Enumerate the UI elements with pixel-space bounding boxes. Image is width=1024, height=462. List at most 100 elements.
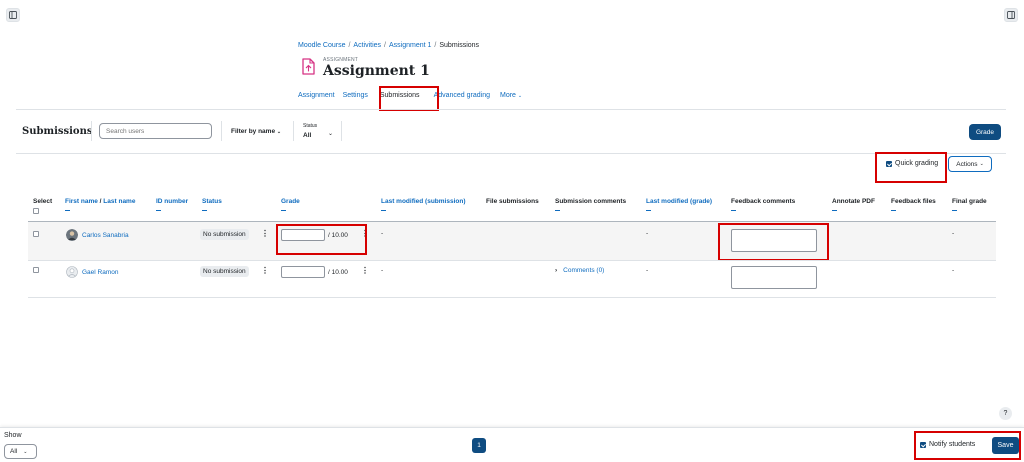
collapse-column-icon[interactable] xyxy=(731,210,736,211)
column-header-last-modified-grade[interactable]: Last modified (grade) xyxy=(646,198,712,205)
status-filter-value[interactable]: All xyxy=(303,132,311,139)
divider xyxy=(16,109,1006,110)
divider xyxy=(341,121,342,141)
chevron-down-icon[interactable]: ⌄ xyxy=(328,130,333,137)
left-drawer-toggle-button[interactable] xyxy=(6,8,20,22)
status-filter-label: Status xyxy=(303,123,318,129)
sidebar-right-icon xyxy=(1007,11,1015,19)
breadcrumb-assignment[interactable]: Assignment 1 xyxy=(389,42,431,49)
actions-label: Actions xyxy=(956,160,978,168)
collapse-column-icon[interactable] xyxy=(281,210,286,211)
column-header-feedback-comments: Feedback comments xyxy=(731,198,796,205)
tab-settings[interactable]: Settings xyxy=(343,92,368,99)
collapse-column-icon[interactable] xyxy=(891,210,896,211)
notify-students-checkbox[interactable] xyxy=(920,441,926,448)
collapse-column-icon[interactable] xyxy=(202,210,207,211)
filter-by-name-label: Filter by name xyxy=(231,128,276,135)
breadcrumb-current: Submissions xyxy=(439,42,480,49)
feedback-comments-textarea[interactable] xyxy=(731,266,817,289)
last-modified-grade: - xyxy=(646,230,649,237)
divider xyxy=(28,260,996,261)
collapse-column-icon[interactable] xyxy=(555,210,560,211)
quick-grading-checkbox[interactable] xyxy=(886,160,892,167)
page-1-button[interactable]: 1 xyxy=(472,438,486,453)
breadcrumb-course[interactable]: Moodle Course xyxy=(298,42,345,49)
filter-by-name-dropdown[interactable]: Filter by name ⌄ xyxy=(231,128,281,135)
help-button[interactable]: ? xyxy=(999,407,1012,420)
student-name-link[interactable]: Gael Ramon xyxy=(82,269,119,276)
collapse-column-icon[interactable] xyxy=(832,210,837,211)
status-badge: No submission xyxy=(200,229,249,240)
quick-grading-label: Quick grading xyxy=(895,160,939,167)
grade-input[interactable] xyxy=(281,229,325,241)
notify-students-label: Notify students xyxy=(929,441,976,448)
divider xyxy=(91,121,92,141)
row-select-checkbox[interactable] xyxy=(33,231,39,237)
divider xyxy=(16,153,1006,154)
collapse-column-icon[interactable] xyxy=(646,210,651,211)
chevron-down-icon: ⌄ xyxy=(276,129,282,135)
tab-assignment[interactable]: Assignment xyxy=(298,92,335,99)
grade-input[interactable] xyxy=(281,266,325,278)
table-row xyxy=(28,222,996,260)
collapse-column-icon[interactable] xyxy=(65,210,70,211)
breadcrumb-activities[interactable]: Activities xyxy=(353,42,381,49)
secondary-navigation: Assignment Settings Submissions Advanced… xyxy=(298,92,530,99)
actions-button[interactable]: Actions ⌄ xyxy=(948,156,992,172)
grade-max-label: / 10.00 xyxy=(328,269,348,276)
per-page-value: All xyxy=(10,448,18,455)
last-modified-submission: - xyxy=(381,230,384,237)
divider xyxy=(221,121,222,141)
collapse-column-icon[interactable] xyxy=(156,210,161,211)
column-header-id-number[interactable]: ID number xyxy=(156,198,188,205)
column-header-grade[interactable]: Grade xyxy=(281,198,300,205)
search-users-input[interactable] xyxy=(99,123,212,139)
column-header-annotate-pdf: Annotate PDF xyxy=(832,198,875,205)
collapse-column-icon[interactable] xyxy=(381,210,386,211)
column-header-select: Select xyxy=(33,198,53,205)
breadcrumb: Moodle Course / Activities / Assignment 1/Su… xyxy=(298,42,480,49)
grade-menu-icon[interactable]: ⋮ xyxy=(361,266,369,275)
row-select-checkbox[interactable] xyxy=(33,267,39,273)
divider xyxy=(28,297,996,298)
sidebar-left-icon xyxy=(9,11,17,19)
grade-menu-icon[interactable]: ⋮ xyxy=(361,229,369,238)
comments-link[interactable]: Comments (0) xyxy=(563,267,604,274)
last-modified-grade: - xyxy=(646,267,649,274)
grade-max-label: / 10.00 xyxy=(328,232,348,239)
status-badge: No submission xyxy=(200,266,249,277)
chevron-down-icon: ⌄ xyxy=(517,93,523,99)
column-header-status[interactable]: Status xyxy=(202,198,222,205)
feedback-comments-textarea[interactable] xyxy=(731,229,817,252)
submission-comments-toggle[interactable]: › Comments (0) xyxy=(555,267,604,274)
row-menu-icon[interactable]: ⋮ xyxy=(261,266,269,275)
final-grade: - xyxy=(952,230,955,237)
sort-first-name-link[interactable]: First name xyxy=(65,198,98,205)
select-all-checkbox[interactable] xyxy=(33,208,39,214)
submissions-heading: Submissions xyxy=(22,126,93,137)
collapse-column-icon[interactable] xyxy=(952,210,957,211)
column-header-feedback-files: Feedback files xyxy=(891,198,936,205)
avatar xyxy=(66,266,78,278)
tab-more[interactable]: More ⌄ xyxy=(500,92,522,99)
show-label: Show xyxy=(4,432,22,439)
column-header-name[interactable]: First name / Last name xyxy=(65,198,135,205)
student-name-link[interactable]: Carlos Sanabria xyxy=(82,232,129,239)
right-drawer-toggle-button[interactable] xyxy=(1004,8,1018,22)
highlight-quick-grading xyxy=(875,152,947,183)
column-header-last-modified-submission[interactable]: Last modified (submission) xyxy=(381,198,466,205)
chevron-down-icon: ⌄ xyxy=(23,448,28,455)
row-menu-icon[interactable]: ⋮ xyxy=(261,229,269,238)
avatar xyxy=(66,229,78,241)
assignment-icon xyxy=(302,58,315,75)
grade-button[interactable]: Grade xyxy=(969,124,1001,140)
tab-submissions[interactable]: Submissions xyxy=(380,92,420,99)
sort-last-name-link[interactable]: Last name xyxy=(103,198,135,205)
per-page-select[interactable]: All ⌄ xyxy=(4,444,37,459)
quick-grading-toggle[interactable]: Quick grading xyxy=(886,160,938,167)
divider xyxy=(293,121,294,141)
save-button[interactable]: Save xyxy=(992,437,1019,454)
notify-students-toggle[interactable]: Notify students xyxy=(920,441,975,448)
final-grade: - xyxy=(952,267,955,274)
tab-advanced-grading[interactable]: Advanced grading xyxy=(434,92,490,99)
